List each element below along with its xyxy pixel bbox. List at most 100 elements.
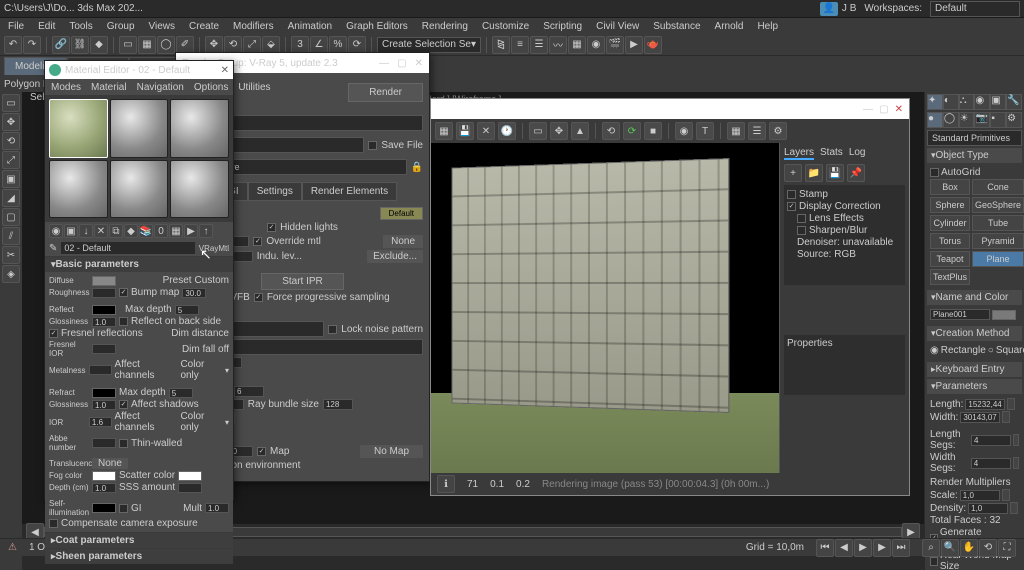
play-prev-icon[interactable]: ◀ [835, 539, 853, 557]
material-editor-titlebar[interactable]: Material Editor - 02 - Default ✕ [45, 61, 233, 79]
lock-view-icon[interactable]: 🔒 [411, 162, 423, 173]
selection-set-dropdown[interactable]: Create Selection Se ▾ [377, 37, 481, 53]
env-map-slot[interactable]: No Map [360, 445, 423, 458]
curve-editor-icon[interactable]: 〰 [549, 36, 567, 54]
menu-group[interactable]: Group [101, 19, 141, 34]
pan-icon[interactable]: ✋ [960, 539, 978, 557]
density-input[interactable] [968, 503, 1008, 514]
ask-dropdown[interactable]: None [202, 339, 423, 355]
teapot-icon[interactable]: 🫖 [644, 36, 662, 54]
source-layer[interactable]: Source: RGB [797, 249, 856, 260]
creation-method-header[interactable]: ▾ Creation Method [927, 326, 1022, 341]
stamp-toggle[interactable] [787, 190, 796, 199]
select-tool-icon[interactable]: ▭ [2, 94, 20, 112]
percent-snap-icon[interactable]: % [329, 36, 347, 54]
length-input[interactable] [965, 399, 1005, 410]
object-type-header[interactable]: ▾ Object Type [927, 148, 1022, 163]
radio-rect[interactable]: ◉ [930, 345, 939, 356]
play-next-icon[interactable]: ▶ [873, 539, 891, 557]
undo-icon[interactable]: ↶ [4, 36, 22, 54]
hidden-lights-checkbox[interactable] [267, 223, 276, 232]
width-spinner[interactable] [1002, 411, 1010, 423]
render-setup-icon[interactable]: 🎬 [606, 36, 624, 54]
render-last-icon[interactable]: ⟲ [602, 122, 620, 140]
name-color-header[interactable]: ▾ Name and Color [927, 290, 1022, 305]
paint-select-icon[interactable]: ✐ [176, 36, 194, 54]
sss-input[interactable] [178, 483, 202, 493]
cut-icon[interactable]: ✂ [2, 246, 20, 264]
history-icon[interactable]: 🕐 [498, 122, 516, 140]
render-button[interactable]: Render [348, 83, 423, 102]
bump-input[interactable]: 30.0 [182, 288, 206, 298]
put-to-scene-icon[interactable]: ▣ [64, 224, 78, 238]
motion-tab-icon[interactable]: ◉ [974, 94, 990, 110]
menu-help[interactable]: Help [751, 19, 784, 34]
put-to-lib-icon[interactable]: 📚 [139, 224, 153, 238]
systems-icon[interactable]: ⚙ [1006, 112, 1022, 128]
bundle-input[interactable] [323, 399, 353, 410]
unlink-icon[interactable]: ⛓ [71, 36, 89, 54]
pixel-info-icon[interactable]: ℹ [437, 475, 455, 493]
box-button[interactable]: Box [930, 179, 970, 195]
default-button[interactable]: Default [380, 207, 423, 220]
material-name-input[interactable]: 02 - Default [61, 242, 194, 254]
maxdepth-input[interactable]: 5 [175, 305, 199, 315]
lasso-icon[interactable]: ◯ [157, 36, 175, 54]
object-color-swatch[interactable] [992, 310, 1016, 320]
folder-icon[interactable]: 📁 [805, 164, 823, 182]
tab-render-elements[interactable]: Render Elements [302, 182, 397, 201]
play-start-icon[interactable]: ⏮ [816, 539, 834, 557]
keyboard-entry-header[interactable]: ▸ Keyboard Entry [927, 362, 1022, 377]
select-name-icon[interactable]: ▦ [138, 36, 156, 54]
move-tool-icon[interactable]: ✥ [2, 113, 20, 131]
lens-fx-icon[interactable]: ◉ [675, 122, 693, 140]
me-menu-utilities[interactable]: Utilities [234, 82, 274, 93]
pointer-icon[interactable]: ▲ [571, 122, 589, 140]
minimize-icon[interactable]: — [379, 58, 389, 69]
geometry-icon[interactable]: ● [927, 112, 943, 128]
rotate-tool-icon[interactable]: ⟲ [2, 132, 20, 150]
teapot-button[interactable]: Teapot [930, 251, 970, 267]
fog-swatch[interactable] [92, 471, 116, 481]
bridge-icon[interactable]: ⫽ [2, 227, 20, 245]
redo-icon[interactable]: ↷ [23, 36, 41, 54]
assign-icon[interactable]: ↓ [79, 224, 93, 238]
bind-icon[interactable]: ◆ [90, 36, 108, 54]
create-tab-icon[interactable]: ✦ [927, 94, 943, 110]
pyramid-button[interactable]: Pyramid [972, 233, 1024, 249]
go-parent-icon[interactable]: ↑ [199, 224, 213, 238]
region-icon[interactable]: ▭ [529, 122, 547, 140]
orbit-icon[interactable]: ⟲ [979, 539, 997, 557]
layers-icon[interactable]: ☰ [748, 122, 766, 140]
sphere-button[interactable]: Sphere [930, 197, 970, 213]
pin-icon[interactable]: 📌 [847, 164, 865, 182]
override-mtl-checkbox[interactable] [253, 237, 262, 246]
torus-button[interactable]: Torus [930, 233, 970, 249]
show-map-icon[interactable]: ▦ [169, 224, 183, 238]
lens-toggle[interactable] [797, 214, 806, 223]
basic-params-header[interactable]: ▾ Basic parameters [45, 257, 233, 272]
maxsub-input[interactable] [234, 386, 264, 397]
menu-edit[interactable]: Edit [32, 19, 61, 34]
refract-swatch[interactable] [92, 388, 116, 398]
object-name-input[interactable] [930, 309, 990, 320]
stamp-icon[interactable]: T [696, 122, 714, 140]
override-slot[interactable]: None [383, 235, 423, 248]
lights-icon[interactable]: ☀ [959, 112, 975, 128]
fresnel-ior-input[interactable] [92, 344, 116, 354]
utilities-tab-icon[interactable]: 🔧 [1006, 94, 1022, 110]
scale-input[interactable] [960, 490, 1000, 501]
cylinder-button[interactable]: Cylinder [930, 215, 970, 231]
lock-noise-checkbox[interactable] [328, 325, 337, 334]
play-icon[interactable]: ▶ [854, 539, 872, 557]
lseg-input[interactable] [971, 435, 1011, 446]
env-map-checkbox[interactable] [257, 447, 266, 456]
bump-checkbox[interactable] [119, 288, 128, 297]
save-icon[interactable]: 💾 [456, 122, 474, 140]
length-spinner[interactable] [1007, 398, 1015, 410]
menu-file[interactable]: File [2, 19, 30, 34]
display-tab-icon[interactable]: ▣ [990, 94, 1006, 110]
menu-animation[interactable]: Animation [282, 19, 338, 34]
cone-button[interactable]: Cone [972, 179, 1024, 195]
selfillum-swatch[interactable] [92, 503, 116, 513]
